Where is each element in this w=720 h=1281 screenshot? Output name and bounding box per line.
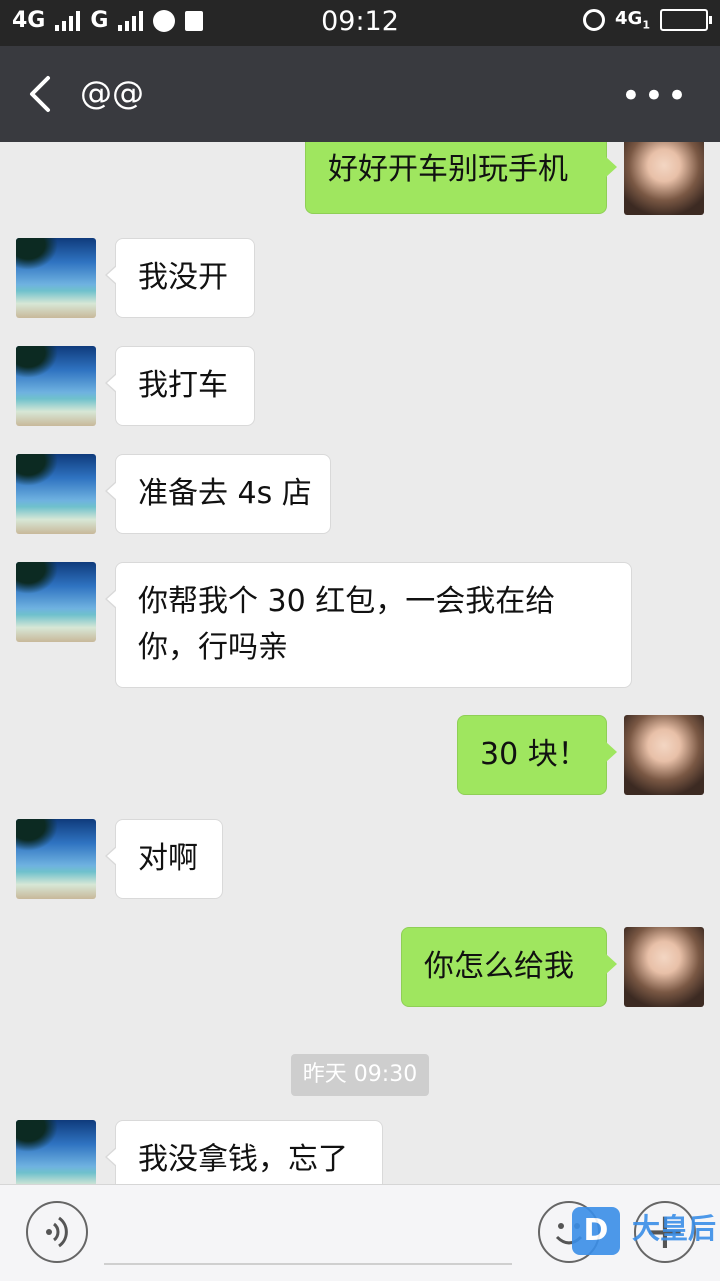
battery-icon	[660, 8, 712, 31]
message-bubble[interactable]: 我没开	[105, 238, 255, 318]
contact-avatar[interactable]	[16, 819, 96, 899]
message-bubble[interactable]: 你怎么给我	[401, 927, 617, 1007]
contact-avatar[interactable]	[16, 454, 96, 534]
message-bubble[interactable]: 我打车	[105, 346, 255, 426]
my-avatar[interactable]	[624, 927, 704, 1007]
contact-avatar[interactable]	[16, 1120, 96, 1184]
watermark-text: 大皇后	[632, 1212, 717, 1245]
message-bubble[interactable]: 好好开车别玩手机	[305, 142, 617, 214]
my-avatar[interactable]	[624, 715, 704, 795]
message-bubble[interactable]: 你帮我个 30 红包，一会我在给你，行吗亲	[105, 562, 632, 688]
chat-header: @@ •••	[0, 46, 720, 142]
network-label-3: 4G1	[615, 8, 650, 32]
chat-area[interactable]: 好好开车别玩手机 我没开 我打车 准备去 4s 店 你帮我个 30 红包，一会我…	[0, 142, 720, 1184]
chevron-left-icon[interactable]	[22, 70, 62, 118]
status-bar: 4G G 09:12 4G1	[0, 0, 720, 46]
contact-avatar[interactable]	[16, 238, 96, 318]
status-right: 4G1	[583, 8, 712, 32]
watermark-logo-icon: D	[572, 1207, 620, 1255]
voice-icon[interactable]	[26, 1201, 88, 1263]
input-bar: + D 大皇后	[0, 1184, 720, 1281]
message-bubble[interactable]: 我没拿钱，忘了	[105, 1120, 383, 1184]
contact-avatar[interactable]	[16, 562, 96, 642]
message-input[interactable]	[104, 1263, 512, 1265]
alarm-icon	[583, 8, 606, 31]
message-bubble[interactable]: 准备去 4s 店	[105, 454, 331, 534]
more-dots-icon[interactable]: •••	[621, 76, 690, 116]
message-bubble[interactable]: 30 块！	[457, 715, 617, 795]
contact-avatar[interactable]	[16, 346, 96, 426]
chat-title: @@	[80, 74, 144, 112]
message-bubble[interactable]: 对啊	[105, 819, 223, 899]
timestamp-divider: 昨天 09:30	[291, 1054, 429, 1096]
my-avatar[interactable]	[624, 142, 704, 215]
